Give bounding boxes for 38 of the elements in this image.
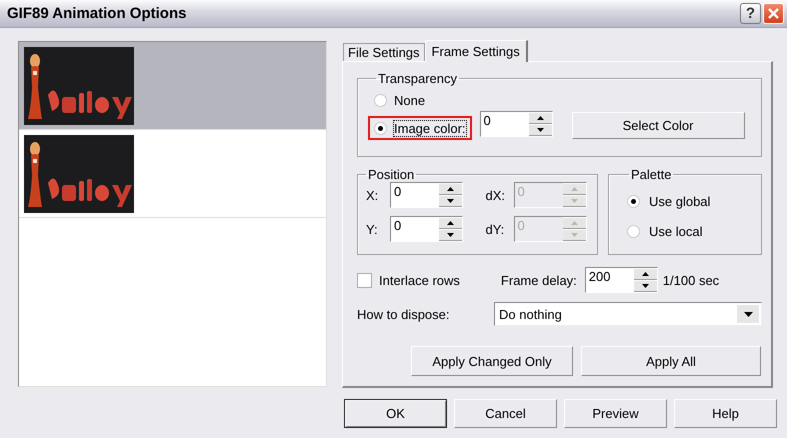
- dispose-dropdown[interactable]: Do nothing: [494, 302, 762, 326]
- interlace-checkbox[interactable]: Interlace rows: [357, 272, 460, 288]
- radio-option[interactable]: None: [368, 88, 472, 112]
- dialog-button[interactable]: Preview: [564, 399, 667, 428]
- radio-label[interactable]: Use global: [649, 194, 710, 208]
- radio-button[interactable]: [374, 122, 387, 134]
- radio-label[interactable]: Image color:: [394, 120, 466, 136]
- unit-label: 1/100 sec: [662, 272, 720, 288]
- radio-label[interactable]: Use local: [649, 224, 702, 238]
- field-label: Y:: [366, 222, 379, 236]
- field-label: X:: [366, 188, 380, 202]
- tab[interactable]: File Settings: [343, 43, 425, 61]
- help-button[interactable]: ?: [740, 3, 761, 24]
- group-label: Transparency: [377, 71, 458, 86]
- close-icon: [767, 7, 780, 20]
- radio-label[interactable]: None: [394, 92, 426, 108]
- radio-option[interactable]: Image color:: [368, 116, 472, 140]
- radio-button[interactable]: [374, 94, 387, 106]
- group-label: Palette: [630, 167, 672, 182]
- tab[interactable]: Frame Settings: [424, 40, 528, 62]
- radio-button[interactable]: [627, 224, 640, 238]
- group-label: Position: [367, 167, 416, 182]
- close-button[interactable]: [763, 3, 784, 24]
- frame-list[interactable]: [18, 41, 327, 387]
- dialog-button[interactable]: Cancel: [454, 399, 557, 428]
- dropdown-arrow-icon: [744, 312, 752, 316]
- frame-row[interactable]: [19, 42, 326, 130]
- field-label: Frame delay:: [500, 272, 577, 288]
- radio-button[interactable]: [627, 194, 640, 208]
- apply-button[interactable]: Apply Changed Only: [411, 346, 573, 376]
- field-label: dX:: [486, 188, 504, 202]
- apply-button[interactable]: Apply All: [581, 346, 761, 376]
- dialog-button[interactable]: OK: [344, 399, 447, 428]
- window-title: GIF89 Animation Options: [7, 5, 186, 22]
- select-color-button[interactable]: Select Color: [572, 112, 745, 139]
- field-label: dY:: [486, 222, 504, 236]
- field-label: How to dispose:: [357, 306, 450, 322]
- dialog-button[interactable]: Help: [674, 399, 777, 428]
